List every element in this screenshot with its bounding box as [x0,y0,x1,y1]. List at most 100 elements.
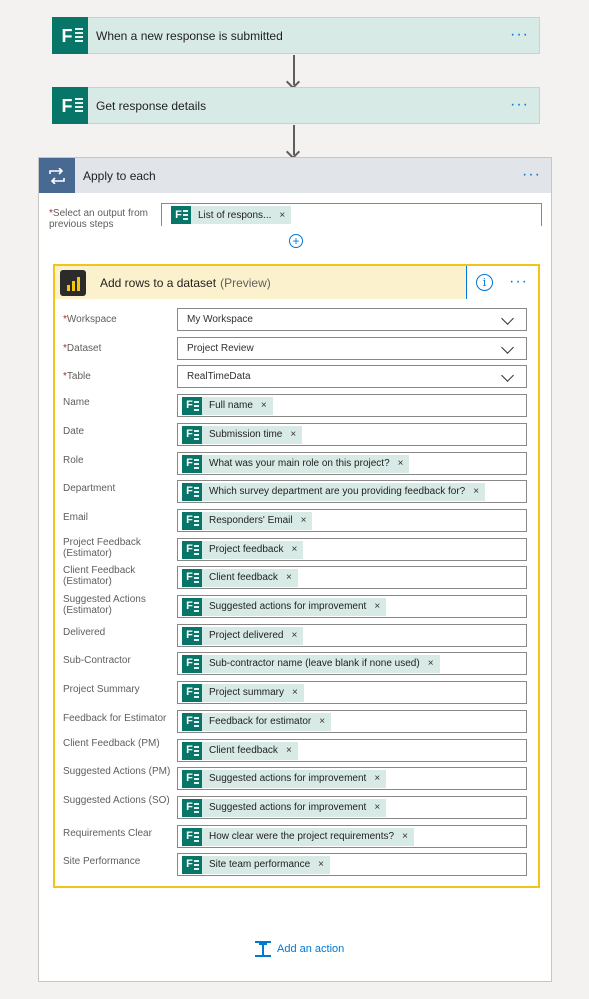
dynamic-content-token[interactable]: F Sub-contractor name (leave blank if non… [182,654,440,673]
param-input[interactable]: F Site team performance × [177,853,527,876]
param-row: Client Feedback (Estimator) F Client feedb… [63,565,529,589]
info-icon[interactable]: i [476,274,493,291]
dynamic-content-token[interactable]: F Site team performance × [182,855,331,874]
param-input[interactable]: F Project feedback × [177,538,527,561]
microsoft-forms-icon: F [182,540,202,559]
param-input[interactable]: F Responders' Email × [177,509,527,532]
param-input[interactable]: F Suggested actions for improvement × [177,767,527,790]
microsoft-forms-icon: F [52,17,88,54]
dynamic-content-token[interactable]: F Responders' Email × [182,511,313,530]
add-an-action-label: Add an action [277,943,345,955]
more-options-icon[interactable]: ··· [509,273,528,291]
dynamic-content-token[interactable]: F Full name × [182,396,273,415]
dropdown-value: RealTimeData [187,371,251,382]
table-dropdown[interactable]: RealTimeData [177,365,527,388]
add-step-plus-icon[interactable]: + [289,234,303,248]
dynamic-content-token[interactable]: F Feedback for estimator × [182,712,332,731]
remove-token-icon[interactable]: × [319,716,325,727]
param-label: Project Summary [63,684,140,695]
remove-token-icon[interactable]: × [292,687,298,698]
param-row: Suggested Actions (SO) F Suggested actions… [63,795,529,819]
dynamic-content-token[interactable]: F Suggested actions for improvement × [182,769,387,788]
more-options-icon[interactable]: ··· [522,166,541,184]
param-input[interactable]: F Project delivered × [177,624,527,647]
remove-token-icon[interactable]: × [374,773,380,784]
dynamic-content-token[interactable]: F Suggested actions for improvement × [182,798,387,817]
microsoft-forms-icon: F [182,511,202,530]
param-input[interactable]: F Suggested actions for improvement × [177,796,527,819]
dynamic-content-token[interactable]: F How clear were the project requirements… [182,827,414,846]
param-input[interactable]: F Client feedback × [177,739,527,762]
dynamic-content-token[interactable]: F Project feedback × [182,540,304,559]
dynamic-content-token[interactable]: F Client feedback × [182,741,298,760]
param-input[interactable]: F Full name × [177,394,527,417]
param-label: Date [63,426,85,437]
remove-token-icon[interactable]: × [473,486,479,497]
remove-token-icon[interactable]: × [398,458,404,469]
param-row: Suggested Actions (Estimator) F Suggested … [63,594,529,618]
param-label: Suggested Actions (PM) [63,766,171,777]
param-input[interactable]: F Feedback for estimator × [177,710,527,733]
more-options-icon[interactable]: ··· [510,26,529,44]
param-input[interactable]: F Project summary × [177,681,527,704]
dynamic-content-token[interactable]: F Client feedback × [182,568,298,587]
param-row: Department F Which survey department are y… [63,480,529,503]
dynamic-content-token[interactable]: F What was your main role on this project… [182,454,410,473]
remove-token-icon[interactable]: × [292,544,298,555]
remove-token-icon[interactable]: × [286,745,292,756]
param-input[interactable]: F How clear were the project requirements… [177,825,527,848]
add-an-action-button[interactable]: Add an action [255,941,344,957]
param-row: Name F Full name × [63,394,529,417]
param-row: Sub-Contractor F Sub-contractor name (leav… [63,652,529,675]
param-input[interactable]: F Which survey department are you providi… [177,480,527,503]
workspace-dropdown[interactable]: My Workspace [177,308,527,331]
param-row: Feedback for Estimator F Feedback for esti… [63,710,529,733]
param-row: Project Feedback (Estimator) F Project fee… [63,537,529,561]
param-label: Name [63,397,90,408]
param-row: Role F What was your main role on this pro… [63,452,529,475]
add-rows-action-header[interactable]: Add rows to a dataset (Preview) i ··· [55,266,538,299]
param-input[interactable]: F What was your main role on this project… [177,452,527,475]
get-response-step-card[interactable]: F Get response details ··· [52,87,540,124]
remove-token-icon[interactable]: × [286,572,292,583]
remove-token-icon[interactable]: × [318,859,324,870]
dataset-dropdown[interactable]: Project Review [177,337,527,360]
trigger-step-card[interactable]: F When a new response is submitted ··· [52,17,540,54]
param-input[interactable]: F Submission time × [177,423,527,446]
dynamic-content-token[interactable]: F List of respons... × [171,206,292,224]
more-options-icon[interactable]: ··· [510,96,529,114]
apply-to-each-header[interactable]: Apply to each ··· [39,158,551,193]
param-label: Delivered [63,627,106,638]
remove-token-icon[interactable]: × [261,400,267,411]
param-label: Feedback for Estimator [63,713,167,724]
dynamic-content-token[interactable]: F Project summary × [182,683,304,702]
remove-token-icon[interactable]: × [374,601,380,612]
get-response-step-title: Get response details [96,98,207,113]
microsoft-forms-icon: F [182,741,202,760]
microsoft-forms-icon: F [182,683,202,702]
dynamic-content-token[interactable]: F Submission time × [182,425,303,444]
param-label: Client Feedback (PM) [63,738,160,749]
param-label: Site Performance [63,856,141,867]
param-input[interactable]: F Sub-contractor name (leave blank if non… [177,652,527,675]
param-input[interactable]: F Client feedback × [177,566,527,589]
dynamic-content-token[interactable]: F Suggested actions for improvement × [182,597,387,616]
select-output-field[interactable]: F List of respons... × [161,203,542,226]
microsoft-forms-icon: F [182,769,202,788]
microsoft-forms-icon: F [171,206,191,224]
remove-token-icon[interactable]: × [291,630,297,641]
microsoft-forms-icon: F [182,597,202,616]
param-label: Department [63,483,116,494]
microsoft-forms-icon: F [182,396,202,415]
remove-token-icon[interactable]: × [290,429,296,440]
dynamic-content-token[interactable]: F Which survey department are you providi… [182,482,486,501]
param-input[interactable]: F Suggested actions for improvement × [177,595,527,618]
dynamic-content-token[interactable]: F Project delivered × [182,626,304,645]
param-label: Sub-Contractor [63,655,131,666]
remove-token-icon[interactable]: × [301,515,307,526]
remove-token-icon[interactable]: × [402,831,408,842]
remove-token-icon[interactable]: × [279,210,285,221]
remove-token-icon[interactable]: × [428,658,434,669]
remove-token-icon[interactable]: × [374,802,380,813]
param-label: *Workspace [63,314,117,325]
